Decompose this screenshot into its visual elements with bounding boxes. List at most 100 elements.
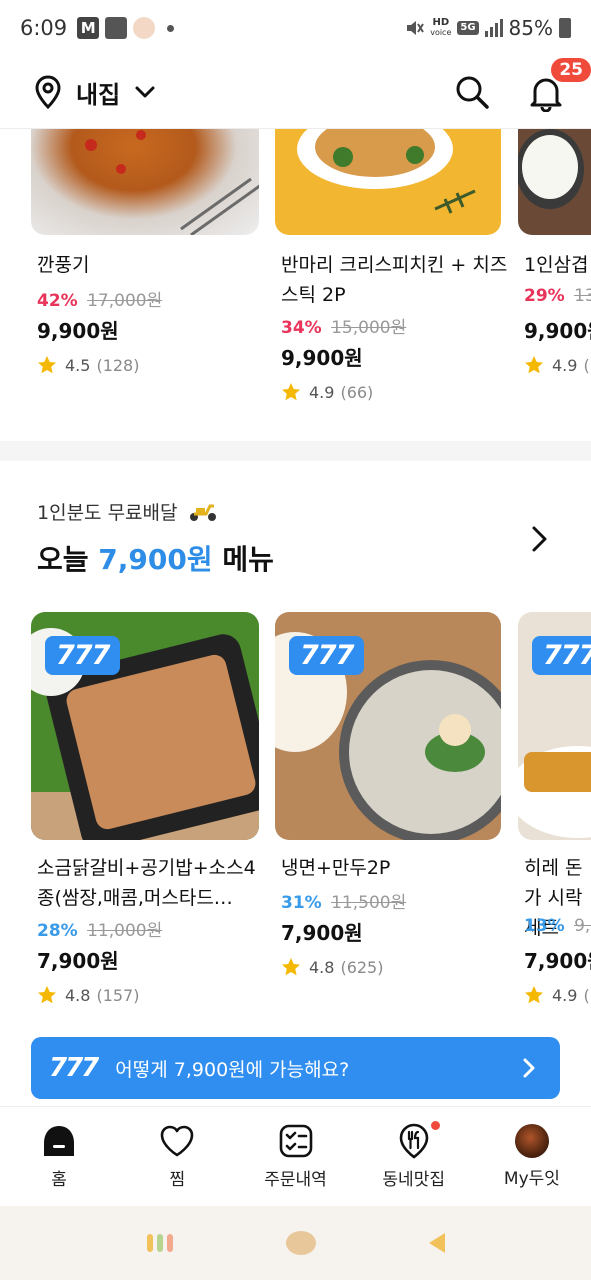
rating: 4.9 ( bbox=[524, 355, 590, 375]
star-icon bbox=[525, 356, 543, 374]
menu-card[interactable]: 777 냉면+만두2P 31% 11,500원 7,900원 4.8 (625) bbox=[275, 612, 503, 1022]
recent-apps-button[interactable] bbox=[146, 1234, 173, 1252]
signal-icon bbox=[484, 19, 503, 37]
menu-card[interactable]: 깐풍기 42% 17,000원 9,900원 4.5 (128) bbox=[31, 129, 259, 441]
menu-name: 1인삼겹 bbox=[524, 254, 589, 276]
star-icon bbox=[38, 986, 56, 1004]
network-type: 5G bbox=[457, 21, 479, 35]
star-icon bbox=[282, 958, 300, 976]
food-image: 777 bbox=[31, 612, 259, 840]
system-nav-bar bbox=[0, 1206, 591, 1280]
sale-price: 7,900원 bbox=[37, 949, 119, 973]
discount-line: 29% 13, bbox=[524, 286, 591, 306]
sale-price: 9,900원 bbox=[281, 346, 363, 370]
section-subtitle-text: 1인분도 무료배달 bbox=[37, 502, 178, 524]
review-count: (128) bbox=[96, 355, 140, 375]
bell-icon bbox=[530, 78, 562, 113]
status-time: 6:09 bbox=[20, 16, 68, 40]
food-image bbox=[31, 129, 259, 235]
nav-my-page[interactable]: My두잇 bbox=[473, 1107, 591, 1206]
discount-percent: 42% bbox=[37, 291, 78, 311]
section-title-suffix: 메뉴 bbox=[222, 543, 274, 576]
banner-text: 어떻게 7,900원에 가능해요? bbox=[115, 1058, 350, 1081]
section-subtitle: 1인분도 무료배달 bbox=[37, 498, 218, 525]
rating-value: 4.9 bbox=[309, 382, 335, 402]
nav-orders-label: 주문내역 bbox=[264, 1170, 327, 1190]
chopsticks-decoration bbox=[85, 130, 259, 235]
rating: 4.8 (157) bbox=[37, 985, 139, 1005]
nav-local-restaurants[interactable]: 동네맛집 bbox=[355, 1107, 473, 1206]
section-title-price: 7,900원 bbox=[98, 543, 213, 576]
app-header: 내집 25 bbox=[0, 56, 591, 129]
order-list-icon bbox=[279, 1124, 312, 1158]
sale-price: 9,900원 bbox=[524, 319, 591, 343]
original-price: 13, bbox=[574, 286, 591, 306]
new-dot-indicator bbox=[430, 1121, 440, 1130]
menu-card[interactable]: 반마리 크리스피치킨 + 치즈스틱 2P 34% 15,000원 9,900원 … bbox=[275, 129, 507, 441]
section-title: 오늘 7,900원 메뉴 bbox=[37, 538, 274, 578]
gallery-icon bbox=[105, 17, 128, 39]
notification-badge: 25 bbox=[551, 58, 591, 82]
original-price: 11,000원 bbox=[87, 921, 163, 941]
food-image bbox=[275, 129, 501, 235]
rating-value: 4.9 bbox=[552, 355, 578, 375]
discount-line: 34% 15,000원 bbox=[281, 313, 406, 338]
food-image bbox=[518, 129, 591, 235]
location-label[interactable]: 내집 bbox=[76, 75, 120, 110]
menu-card[interactable]: 1인삼겹 29% 13, 9,900원 4.9 ( bbox=[518, 129, 591, 441]
menu-card[interactable]: 777 소금닭갈비+공기밥+소스4종(쌈장,매콤,머스타드… 28% 11,00… bbox=[31, 612, 259, 1022]
hd-voice-icon: HD voice bbox=[430, 18, 451, 38]
price-info-banner[interactable]: 777 어떻게 7,900원에 가능해요? bbox=[31, 1037, 560, 1099]
nav-local-restaurants-label: 동네맛집 bbox=[382, 1170, 445, 1190]
menu-name: 냉면+만두2P bbox=[281, 857, 391, 879]
scooter-icon bbox=[189, 504, 216, 521]
price-777-badge: 777 bbox=[289, 636, 365, 675]
original-price: 11,500원 bbox=[331, 893, 407, 913]
location-pin-icon[interactable] bbox=[34, 75, 62, 109]
review-count: (157) bbox=[96, 985, 140, 1005]
rating: 4.5 (128) bbox=[37, 355, 139, 375]
discount-line: 13% 9,10 bbox=[524, 916, 591, 936]
discount-percent: 34% bbox=[281, 318, 322, 338]
back-button[interactable] bbox=[428, 1233, 445, 1253]
nav-home[interactable]: 홈 bbox=[0, 1107, 118, 1206]
menu-name: 반마리 크리스피치킨 + 치즈스틱 2P bbox=[281, 254, 508, 306]
rating: 4.9 (66) bbox=[281, 382, 373, 402]
home-button[interactable] bbox=[285, 1231, 316, 1255]
sale-price: 9,900원 bbox=[37, 319, 119, 343]
discount-percent: 31% bbox=[281, 893, 322, 913]
fried-chicken-plate bbox=[297, 129, 476, 214]
gmail-icon: M bbox=[77, 17, 100, 39]
price-777-badge: 777 bbox=[532, 636, 591, 675]
nav-orders[interactable]: 주문내역 bbox=[236, 1107, 354, 1206]
nav-favorites-label: 찜 bbox=[169, 1170, 186, 1190]
discount-percent: 13% bbox=[524, 916, 565, 936]
nav-my-page-label: My두잇 bbox=[503, 1169, 560, 1189]
discount-line: 42% 17,000원 bbox=[37, 286, 162, 311]
review-count: (66) bbox=[340, 382, 374, 402]
search-icon[interactable] bbox=[455, 75, 489, 109]
chevron-down-icon[interactable] bbox=[134, 81, 156, 103]
section-title-prefix: 오늘 bbox=[37, 543, 89, 576]
price-777-badge: 777 bbox=[45, 636, 121, 675]
price-menu-row: 777 소금닭갈비+공기밥+소스4종(쌈장,매콤,머스타드… 28% 11,00… bbox=[0, 612, 591, 1022]
review-count: (625) bbox=[340, 957, 384, 977]
menu-name: 깐풍기 bbox=[37, 254, 90, 276]
section-divider bbox=[0, 441, 591, 461]
star-icon bbox=[525, 986, 543, 1004]
rating: 4.9 ( bbox=[524, 985, 590, 1005]
rating-value: 4.8 bbox=[65, 985, 91, 1005]
top-menu-row: 깐풍기 42% 17,000원 9,900원 4.5 (128) 반마리 크리스… bbox=[0, 129, 591, 441]
more-notifications-icon bbox=[167, 24, 175, 32]
discount-line: 31% 11,500원 bbox=[281, 888, 406, 913]
rating-value: 4.9 bbox=[552, 985, 578, 1005]
notifications-button[interactable]: 25 bbox=[529, 58, 591, 113]
nav-favorites[interactable]: 찜 bbox=[118, 1107, 236, 1206]
review-count: ( bbox=[583, 985, 590, 1005]
battery-icon bbox=[559, 18, 571, 38]
menu-card[interactable]: 777 히레 돈가 시락 세트 13% 9,10 7,900원 4.9 ( bbox=[518, 612, 591, 1022]
rice-bowl bbox=[518, 129, 584, 209]
rating: 4.8 (625) bbox=[281, 957, 383, 977]
discount-percent: 28% bbox=[37, 921, 78, 941]
chevron-right-icon[interactable] bbox=[524, 524, 554, 554]
